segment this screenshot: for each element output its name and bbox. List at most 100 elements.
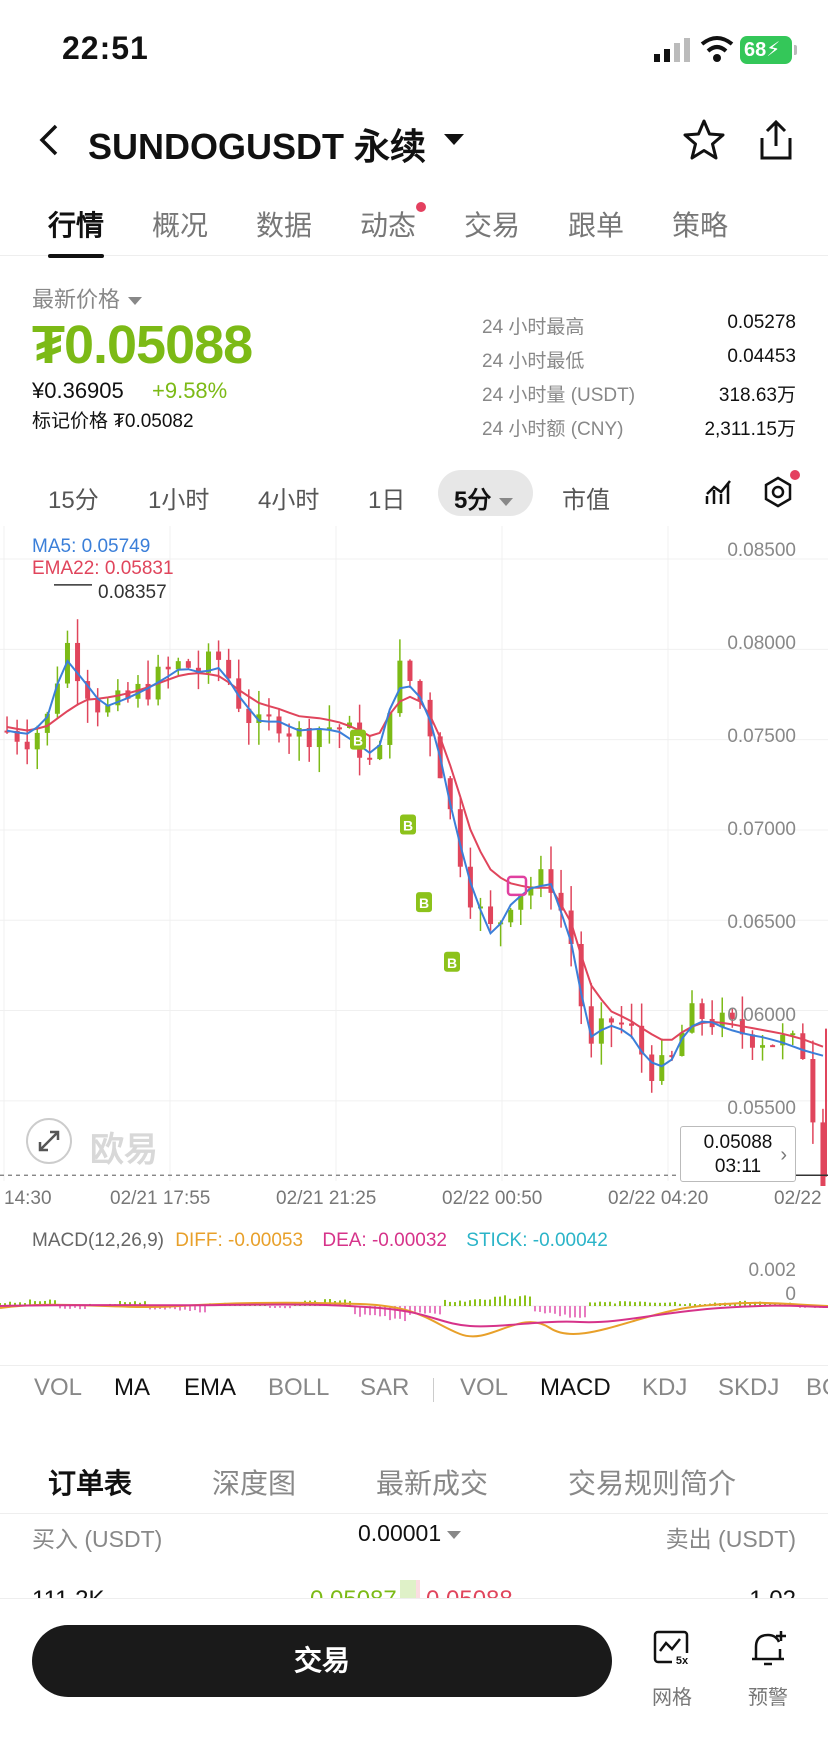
mark-price: 标记价格 ₮0.05082 [32,411,194,432]
fullscreen-expand-button[interactable] [26,1118,72,1164]
ema22-line [6,672,824,1048]
tab-trade[interactable]: 交易 [464,204,520,244]
tab-data[interactable]: 数据 [256,204,312,244]
orderbook-tabs: 订单表 深度图 最新成交 交易规则简介 [0,1456,828,1514]
tab-depth-chart[interactable]: 深度图 [212,1462,296,1502]
ind-main-boll[interactable]: BOLL [268,1374,329,1402]
battery-indicator: 68⚡ [740,36,797,64]
ind-main-sar[interactable]: SAR [360,1374,409,1402]
x-tick: 02/22 04:20 [608,1188,709,1209]
favorite-star-icon[interactable] [682,118,726,162]
candle-body [770,1045,776,1048]
tab-overview[interactable]: 概况 [152,204,208,244]
x-tick: 02/22 00:50 [442,1188,543,1209]
y-tick: 0.08000 [727,633,796,654]
indicator-selector: VOL MA EMA BOLL SAR VOL MACD KDJ SKDJ BO [0,1365,828,1405]
sell-column-header: 卖出 (USDT) [665,1526,796,1552]
candle-body [175,661,181,670]
ind-sub-skdj[interactable]: SKDJ [718,1374,779,1402]
candle-body [800,1033,806,1060]
stat-24h-low: 24 小时最低 0.04453 [482,346,796,372]
ind-main-ma[interactable]: MA [114,1374,150,1402]
macd-dea: DEA: -0.00032 [322,1230,447,1251]
orderbook-row[interactable]: 111.2K 0.05087 0.05088 1.02 [0,1580,828,1600]
ind-sub-boll[interactable]: BO [806,1374,828,1402]
candle-body [538,869,544,887]
high-price-marker: 0.08357 [98,582,167,603]
candle-body [407,660,413,681]
settings-icon[interactable] [762,476,794,508]
candlestick-plot[interactable]: B B B B [0,526,828,1186]
ind-sub-kdj[interactable]: KDJ [642,1374,687,1402]
indicator-icon[interactable] [704,478,734,508]
alert-label: 预警 [748,1687,788,1709]
y-tick: 0.05500 [727,1098,796,1119]
tab-strategy[interactable]: 策略 [672,204,728,244]
trade-button[interactable]: 交易 [32,1625,612,1697]
main-tabs: 行情 概况 数据 动态 交易 跟单 策略 [0,196,828,258]
candle-body [629,1023,635,1026]
ind-sub-vol[interactable]: VOL [460,1374,508,1402]
interval-market-cap[interactable]: 市值 [562,480,610,515]
buy-marker-label: B [447,955,457,971]
tab-feed[interactable]: 动态 [360,202,427,244]
tab-trading-rules[interactable]: 交易规则简介 [568,1462,736,1502]
tab-latest-trades[interactable]: 最新成交 [376,1462,488,1502]
precision-selector[interactable]: 0.00001 [358,1520,462,1547]
candle-body [367,757,373,760]
watermark-logo: 欧易 [90,1131,158,1169]
candle-body [316,728,322,748]
chevron-down-icon [499,497,514,506]
interval-5m[interactable]: 5分 [438,470,534,516]
candle-body [659,1055,665,1081]
grid-bot-icon[interactable]: 5x [652,1629,692,1669]
buy-column-header: 买入 (USDT) [32,1526,163,1552]
interval-15m[interactable]: 15分 [48,480,99,515]
grid-leverage-badge: 5x [676,1655,689,1667]
buy-marker-label: B [353,733,363,749]
ind-main-vol[interactable]: VOL [34,1374,82,1402]
price-alert-icon[interactable] [748,1629,788,1669]
candle-body [336,727,342,730]
candle-body [820,1122,826,1186]
candle-body [719,1012,725,1028]
candle-body [810,1059,816,1123]
price-change: +9.58% [152,378,228,403]
candle-body [508,909,514,923]
ind-sub-macd[interactable]: MACD [540,1374,611,1402]
candle-body [24,741,30,750]
back-icon[interactable] [36,122,66,158]
candle-body [619,1022,624,1025]
y-tick: 0.07500 [727,726,796,747]
latest-price-selector[interactable]: 最新价格 [32,282,143,314]
instrument-dropdown-icon[interactable] [444,134,464,145]
tab-copy-trading[interactable]: 跟单 [568,204,624,244]
price-chart[interactable]: B B B B MA5: 0.05749 EMA22: 0.05831 0.08500… [0,526,828,1209]
stat-24h-high: 24 小时最高 0.05278 [482,312,796,338]
stat-24h-volume: 24 小时量 (USDT) 318.63万 [482,385,796,406]
y-tick: 0.07000 [727,819,796,840]
candle-body [266,714,272,717]
instrument-title[interactable]: SUNDOGUSDT 永续 [88,118,426,170]
x-tick: 14:30 [4,1188,52,1209]
candle-body [276,716,282,734]
candle-body [649,1054,655,1081]
last-price-box[interactable]: 0.05088 03:11 › [680,1126,796,1182]
tab-order-book[interactable]: 订单表 [48,1462,132,1502]
share-icon[interactable] [756,118,796,162]
chevron-right-icon: › [780,1144,787,1166]
ind-main-ema[interactable]: EMA [184,1374,236,1402]
interval-1h[interactable]: 1小时 [148,480,209,515]
interval-1d[interactable]: 1日 [368,480,405,515]
cny-price: ¥0.36905 [32,378,124,403]
macd-diff: DIFF: -0.00053 [175,1230,304,1251]
macd-panel[interactable]: MACD(12,26,9) DIFF: -0.00053 DEA: -0.000… [0,1222,828,1362]
last-price-tag: 0.05088 [703,1132,773,1153]
y-tick: 0.06000 [727,1005,796,1026]
chevron-down-icon [447,1530,462,1539]
ask-depth-bar [416,1580,420,1600]
interval-4h[interactable]: 4小时 [258,480,319,515]
last-price: ₮0.05088 [32,315,253,375]
tab-quotes[interactable]: 行情 [48,204,105,258]
orderbook-header: 买入 (USDT) 0.00001 卖出 (USDT) [0,1520,828,1560]
